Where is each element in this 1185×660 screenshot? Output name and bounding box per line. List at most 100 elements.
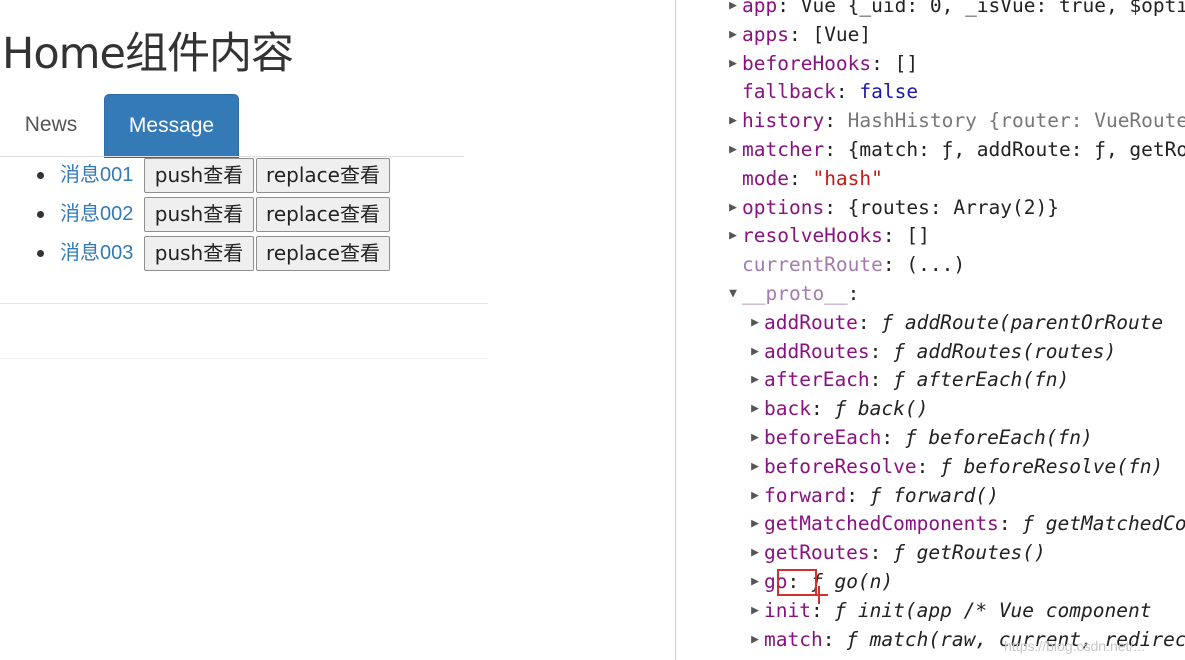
collapsed-triangle-icon[interactable]: ▶: [726, 20, 740, 49]
separator: :: [857, 310, 882, 334]
collapsed-triangle-icon[interactable]: ▶: [748, 365, 762, 394]
property-value: ƒ addRoute(parentOrRoute: [881, 310, 1164, 334]
push-view-button[interactable]: push查看: [144, 158, 254, 193]
push-view-button[interactable]: push查看: [144, 197, 254, 232]
separator: :: [869, 541, 894, 565]
property-value: "hash": [812, 166, 883, 190]
tab-message[interactable]: Message: [104, 94, 239, 158]
console-entry: getRoutes: ƒ getRoutes(): [764, 538, 1046, 567]
replace-view-button[interactable]: replace查看: [256, 236, 390, 271]
app-pane: Home组件内容 News Message 消息001 push查看 repla…: [0, 0, 675, 660]
property-key: currentRoute: [742, 253, 883, 277]
separator: :: [881, 426, 905, 449]
collapsed-triangle-icon[interactable]: ▶: [748, 538, 762, 567]
collapsed-triangle-icon[interactable]: ▶: [726, 106, 740, 135]
property-value: HashHistory {router: VueRouter: [847, 109, 1185, 133]
collapsed-triangle-icon[interactable]: ▶: [748, 452, 762, 481]
property-value: ƒ getMatchedComponents: [1022, 512, 1185, 536]
separator: :: [871, 51, 895, 75]
collapsed-triangle-icon[interactable]: ▶: [726, 135, 740, 164]
collapsed-triangle-icon[interactable]: ▶: [748, 596, 762, 625]
separator: :: [846, 483, 870, 507]
separator: :: [869, 368, 894, 392]
message-link[interactable]: 消息003: [60, 241, 133, 265]
bullet-icon: [37, 250, 44, 257]
bullet-icon: [37, 172, 44, 179]
collapsed-triangle-icon[interactable]: ▶: [748, 567, 762, 596]
list-item: 消息001 push查看 replace查看: [0, 156, 400, 195]
property-key: app: [742, 0, 778, 17]
property-value: []: [906, 224, 930, 248]
console-entry: mode: "hash": [742, 164, 883, 193]
separator: :: [824, 138, 848, 161]
message-link[interactable]: 消息002: [60, 202, 133, 226]
property-value: ƒ init(app /* Vue component: [834, 598, 1152, 622]
console-entry: currentRoute: (...): [742, 250, 965, 279]
console-entry: forward: ƒ forward(): [764, 481, 999, 510]
console-entry: getMatchedComponents: ƒ getMatchedCompon…: [764, 509, 1185, 538]
tab-news[interactable]: News: [6, 94, 96, 156]
collapsed-triangle-icon[interactable]: ▶: [748, 481, 762, 510]
push-view-button[interactable]: push查看: [144, 236, 254, 271]
console-entry: back: ƒ back(): [764, 394, 928, 423]
page-title: Home组件内容: [2, 29, 294, 79]
list-item: 消息002 push查看 replace查看: [0, 195, 400, 234]
separator: :: [882, 253, 907, 277]
collapsed-triangle-icon[interactable]: ▶: [748, 423, 762, 452]
property-value: ƒ forward(): [869, 483, 999, 507]
collapsed-triangle-icon[interactable]: ▶: [726, 49, 740, 78]
collapsed-triangle-icon[interactable]: ▶: [748, 625, 762, 654]
separator: :: [777, 0, 801, 17]
separator: :: [824, 195, 848, 219]
collapsed-triangle-icon[interactable]: ▶: [726, 221, 740, 250]
replace-view-button[interactable]: replace查看: [256, 158, 390, 193]
property-key: options: [742, 195, 825, 219]
console-entry: beforeHooks: []: [742, 49, 918, 78]
separator: :: [847, 282, 860, 305]
console-entry: apps: [Vue]: [742, 20, 871, 49]
property-key: history: [742, 109, 825, 133]
property-value: ƒ beforeResolve(fn): [940, 454, 1164, 478]
property-value: Vue {_uid: 0, _isVue: true, $options: [800, 0, 1185, 17]
property-key: addRoute: [764, 310, 858, 334]
console-entry: afterEach: ƒ afterEach(fn): [764, 365, 1069, 394]
collapsed-triangle-icon[interactable]: ▶: [726, 0, 740, 20]
property-key: beforeResolve: [764, 454, 917, 478]
property-key: back: [764, 397, 811, 421]
property-value: ƒ getRoutes(): [893, 541, 1046, 565]
message-link[interactable]: 消息001: [60, 163, 133, 187]
property-value: {routes: Array(2)}: [847, 195, 1059, 219]
console-entry: addRoute: ƒ addRoute(parentOrRoute: [764, 308, 1163, 337]
separator: :: [788, 166, 813, 190]
separator: :: [998, 512, 1023, 536]
collapsed-triangle-icon[interactable]: ▶: [726, 193, 740, 222]
console-entry: matcher: {match: ƒ, addRoute: ƒ, getRout…: [742, 135, 1185, 164]
property-value: (...): [906, 253, 966, 277]
separator: :: [822, 627, 847, 651]
console-entry: __proto__:: [742, 279, 859, 308]
separator: :: [788, 22, 813, 46]
console-entry: addRoutes: ƒ addRoutes(routes): [764, 337, 1116, 366]
console-entry: beforeResolve: ƒ beforeResolve(fn): [764, 452, 1163, 481]
devtools-console: ▶ app: Vue {_uid: 0, _isVue: true, $optio…: [676, 0, 1185, 660]
collapsed-triangle-icon[interactable]: ▶: [748, 509, 762, 538]
property-value: [Vue]: [812, 22, 872, 46]
separator: :: [824, 109, 848, 133]
console-entry: beforeEach: ƒ beforeEach(fn): [764, 423, 1093, 452]
property-key: getMatchedComponents: [764, 512, 999, 536]
property-key: __proto__: [742, 282, 848, 305]
separator: :: [916, 454, 941, 478]
collapsed-triangle-icon[interactable]: ▶: [748, 394, 762, 423]
console-entry: history: HashHistory {router: VueRouter: [742, 106, 1185, 135]
property-value: []: [894, 51, 919, 75]
collapsed-triangle-icon[interactable]: ▶: [748, 337, 762, 366]
property-key: afterEach: [764, 368, 870, 392]
collapsed-triangle-icon[interactable]: ▶: [748, 308, 762, 337]
console-entry: options: {routes: Array(2)}: [742, 193, 1059, 222]
expanded-triangle-icon[interactable]: ▼: [726, 279, 740, 308]
crosshair-cursor-icon: [810, 586, 828, 604]
property-key: matcher: [742, 138, 825, 161]
property-key: match: [764, 627, 823, 651]
replace-view-button[interactable]: replace查看: [256, 197, 390, 232]
list-item: 消息003 push查看 replace查看: [0, 234, 400, 273]
